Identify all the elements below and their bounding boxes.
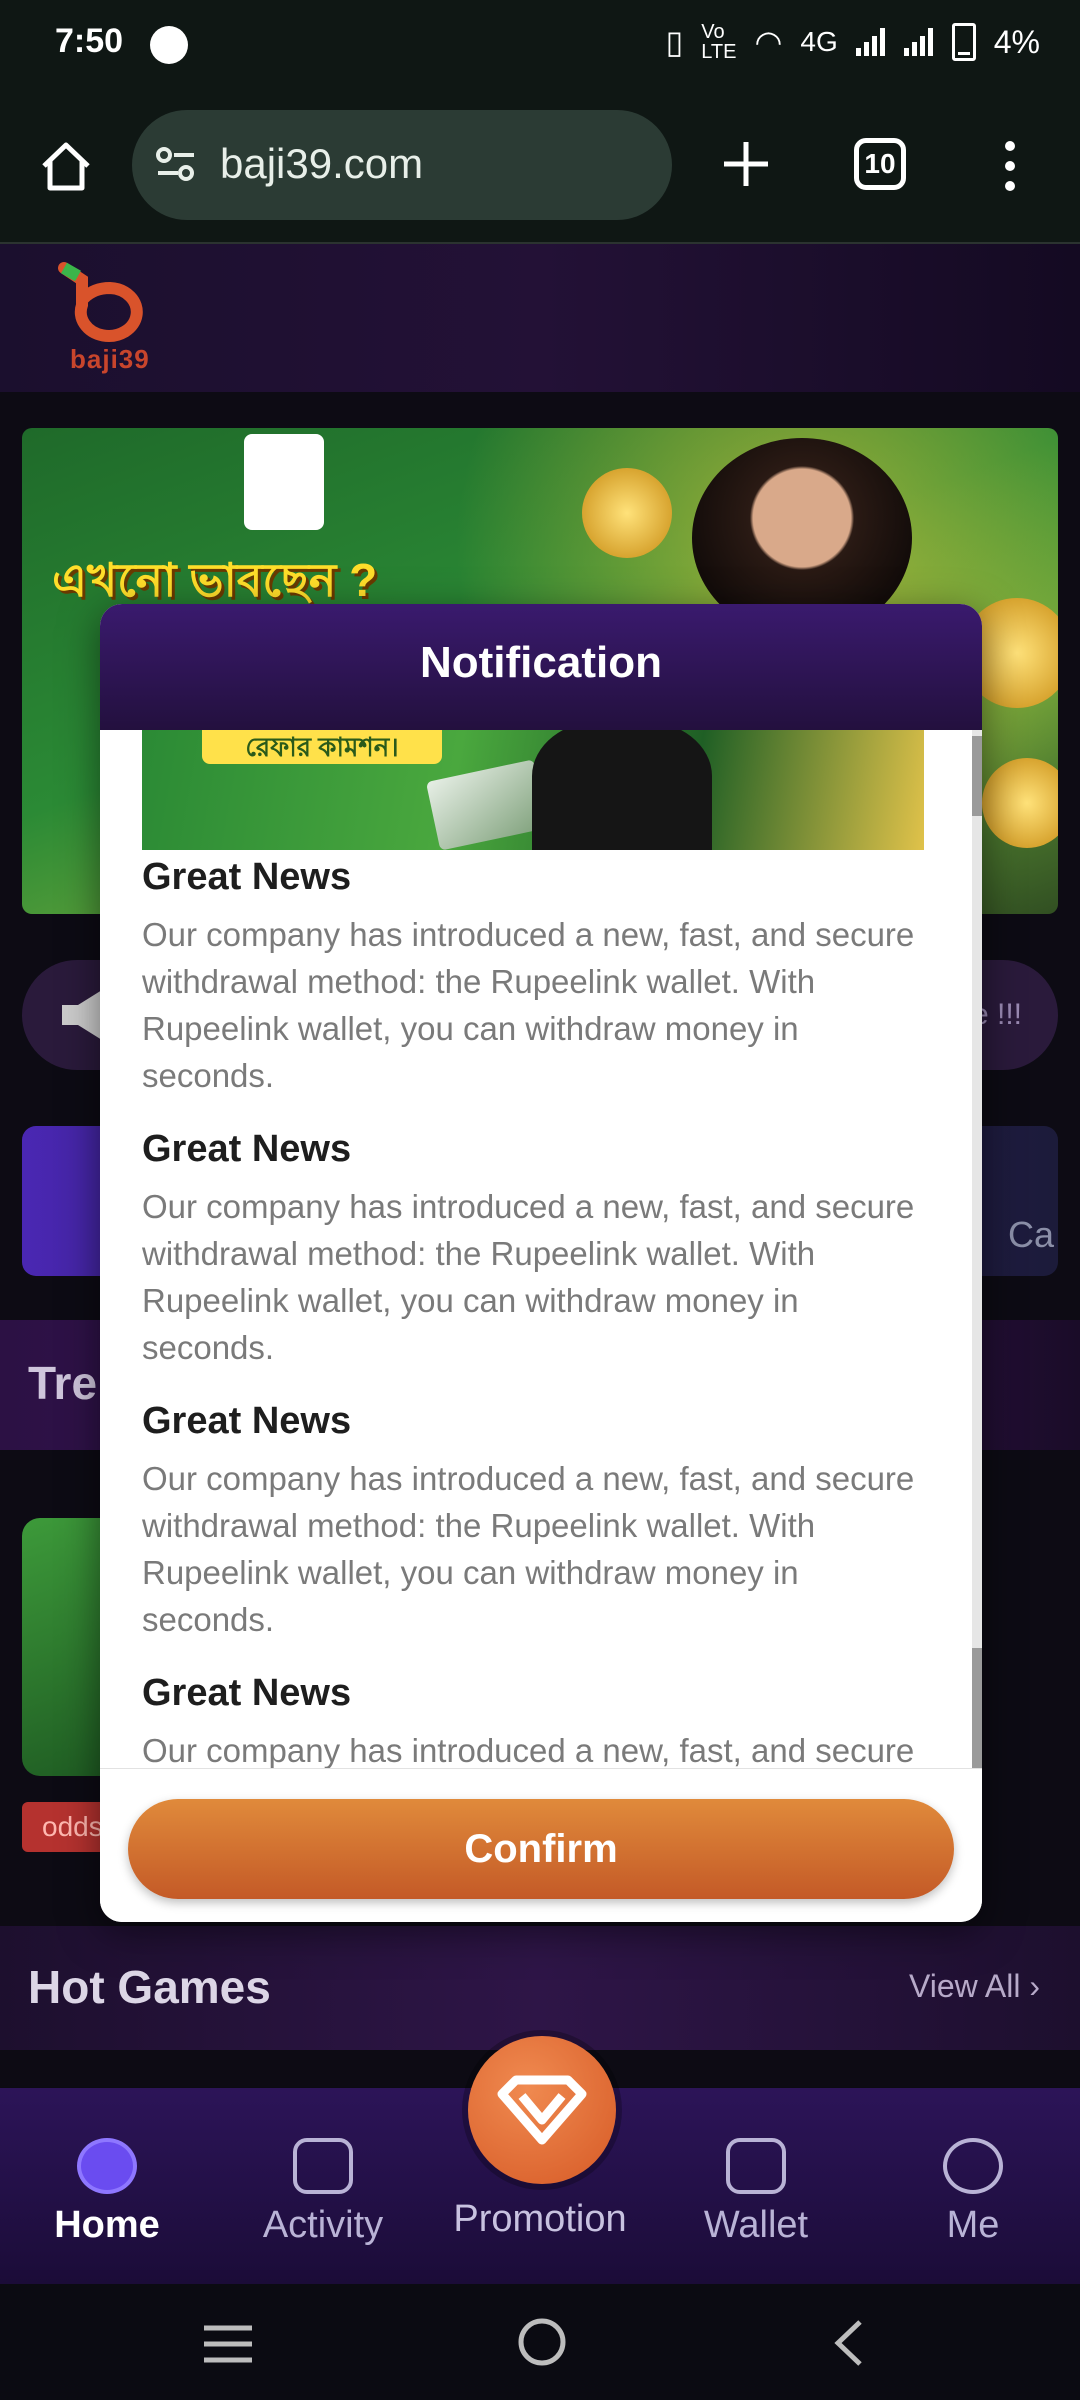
battery-level: 4% — [993, 23, 1040, 60]
scrollbar-track[interactable] — [972, 730, 982, 1768]
notice-image: রেফার কামশন। — [142, 730, 924, 850]
status-bar: 7:50 ▯ Vo LTE ◠ 4G 4% — [0, 0, 1080, 90]
wifi-icon: ◠ — [754, 24, 783, 60]
news-title: Great News — [142, 1128, 352, 1170]
tab-switcher-button[interactable]: 10 — [854, 138, 906, 190]
url-bar[interactable]: baji39.com — [132, 110, 672, 220]
notice-image-tag: রেফার কামশন। — [202, 730, 442, 764]
site-settings-icon[interactable] — [154, 142, 198, 186]
battery-icon — [951, 23, 976, 61]
signal-icon-2 — [903, 28, 934, 56]
status-time: 7:50 — [55, 22, 124, 60]
news-body: Our company has introduced a new, fast, … — [142, 916, 915, 1094]
back-icon[interactable] — [828, 2318, 868, 2368]
news-body: Our company has introduced a new, fast, … — [142, 1460, 915, 1638]
new-tab-icon[interactable] — [716, 134, 776, 194]
news-body: Our company has introduced a new, fast, … — [142, 1732, 915, 1768]
scrollbar-thumb[interactable] — [972, 1648, 982, 1768]
news-title: Great News — [142, 856, 352, 898]
news-item: Great News Our company has introduced a … — [142, 1672, 932, 1768]
status-icons: ▯ Vo LTE ◠ 4G 4% — [666, 22, 1040, 62]
home-button-icon[interactable] — [514, 2314, 570, 2370]
bag-icon — [293, 2138, 353, 2194]
nav-home-label: Home — [54, 2204, 160, 2246]
url-text: baji39.com — [220, 140, 424, 187]
notification-list[interactable]: রেফার কামশন। Great News Our company has … — [100, 730, 982, 1768]
modal-title: Notification — [420, 638, 662, 687]
modal-header: Notification — [100, 604, 982, 730]
browser-toolbar: baji39.com 10 — [0, 90, 1080, 244]
home-icon[interactable] — [36, 136, 96, 196]
system-navigation-bar — [0, 2284, 1080, 2400]
profile-icon — [943, 2138, 1003, 2194]
news-item: Great News Our company has introduced a … — [142, 856, 932, 1099]
vibrate-icon: ▯ — [665, 24, 684, 60]
recent-apps-icon[interactable] — [200, 2322, 256, 2366]
news-item: Great News Our company has introduced a … — [142, 1128, 932, 1371]
news-title: Great News — [142, 1400, 352, 1442]
news-item: Great News Our company has introduced a … — [142, 1400, 932, 1643]
nav-me[interactable]: Me — [883, 2100, 1063, 2247]
nav-home[interactable]: Home — [17, 2100, 197, 2247]
nav-activity[interactable]: Activity — [233, 2100, 413, 2247]
messenger-icon — [150, 26, 188, 64]
nav-wallet-label: Wallet — [703, 2204, 809, 2246]
more-menu-icon[interactable] — [1000, 136, 1020, 196]
home-icon — [77, 2138, 137, 2194]
news-title: Great News — [142, 1672, 352, 1714]
person-image — [532, 730, 712, 850]
wallet-icon — [726, 2138, 786, 2194]
money-image — [425, 759, 549, 850]
modal-footer: Confirm — [100, 1768, 982, 1922]
notification-modal: Notification রেফার কামশন। Great News Our… — [100, 604, 982, 1922]
scrollbar-thumb[interactable] — [972, 736, 982, 816]
signal-icon — [855, 28, 886, 56]
confirm-button[interactable]: Confirm — [128, 1799, 954, 1899]
nav-activity-label: Activity — [262, 2204, 384, 2246]
network-label: 4G — [800, 26, 838, 57]
nav-me-label: Me — [946, 2204, 1000, 2246]
nav-promotion-label[interactable]: Promotion — [420, 2198, 660, 2241]
volte-icon: Vo LTE — [701, 21, 737, 63]
nav-wallet[interactable]: Wallet — [666, 2100, 846, 2247]
news-body: Our company has introduced a new, fast, … — [142, 1188, 915, 1366]
